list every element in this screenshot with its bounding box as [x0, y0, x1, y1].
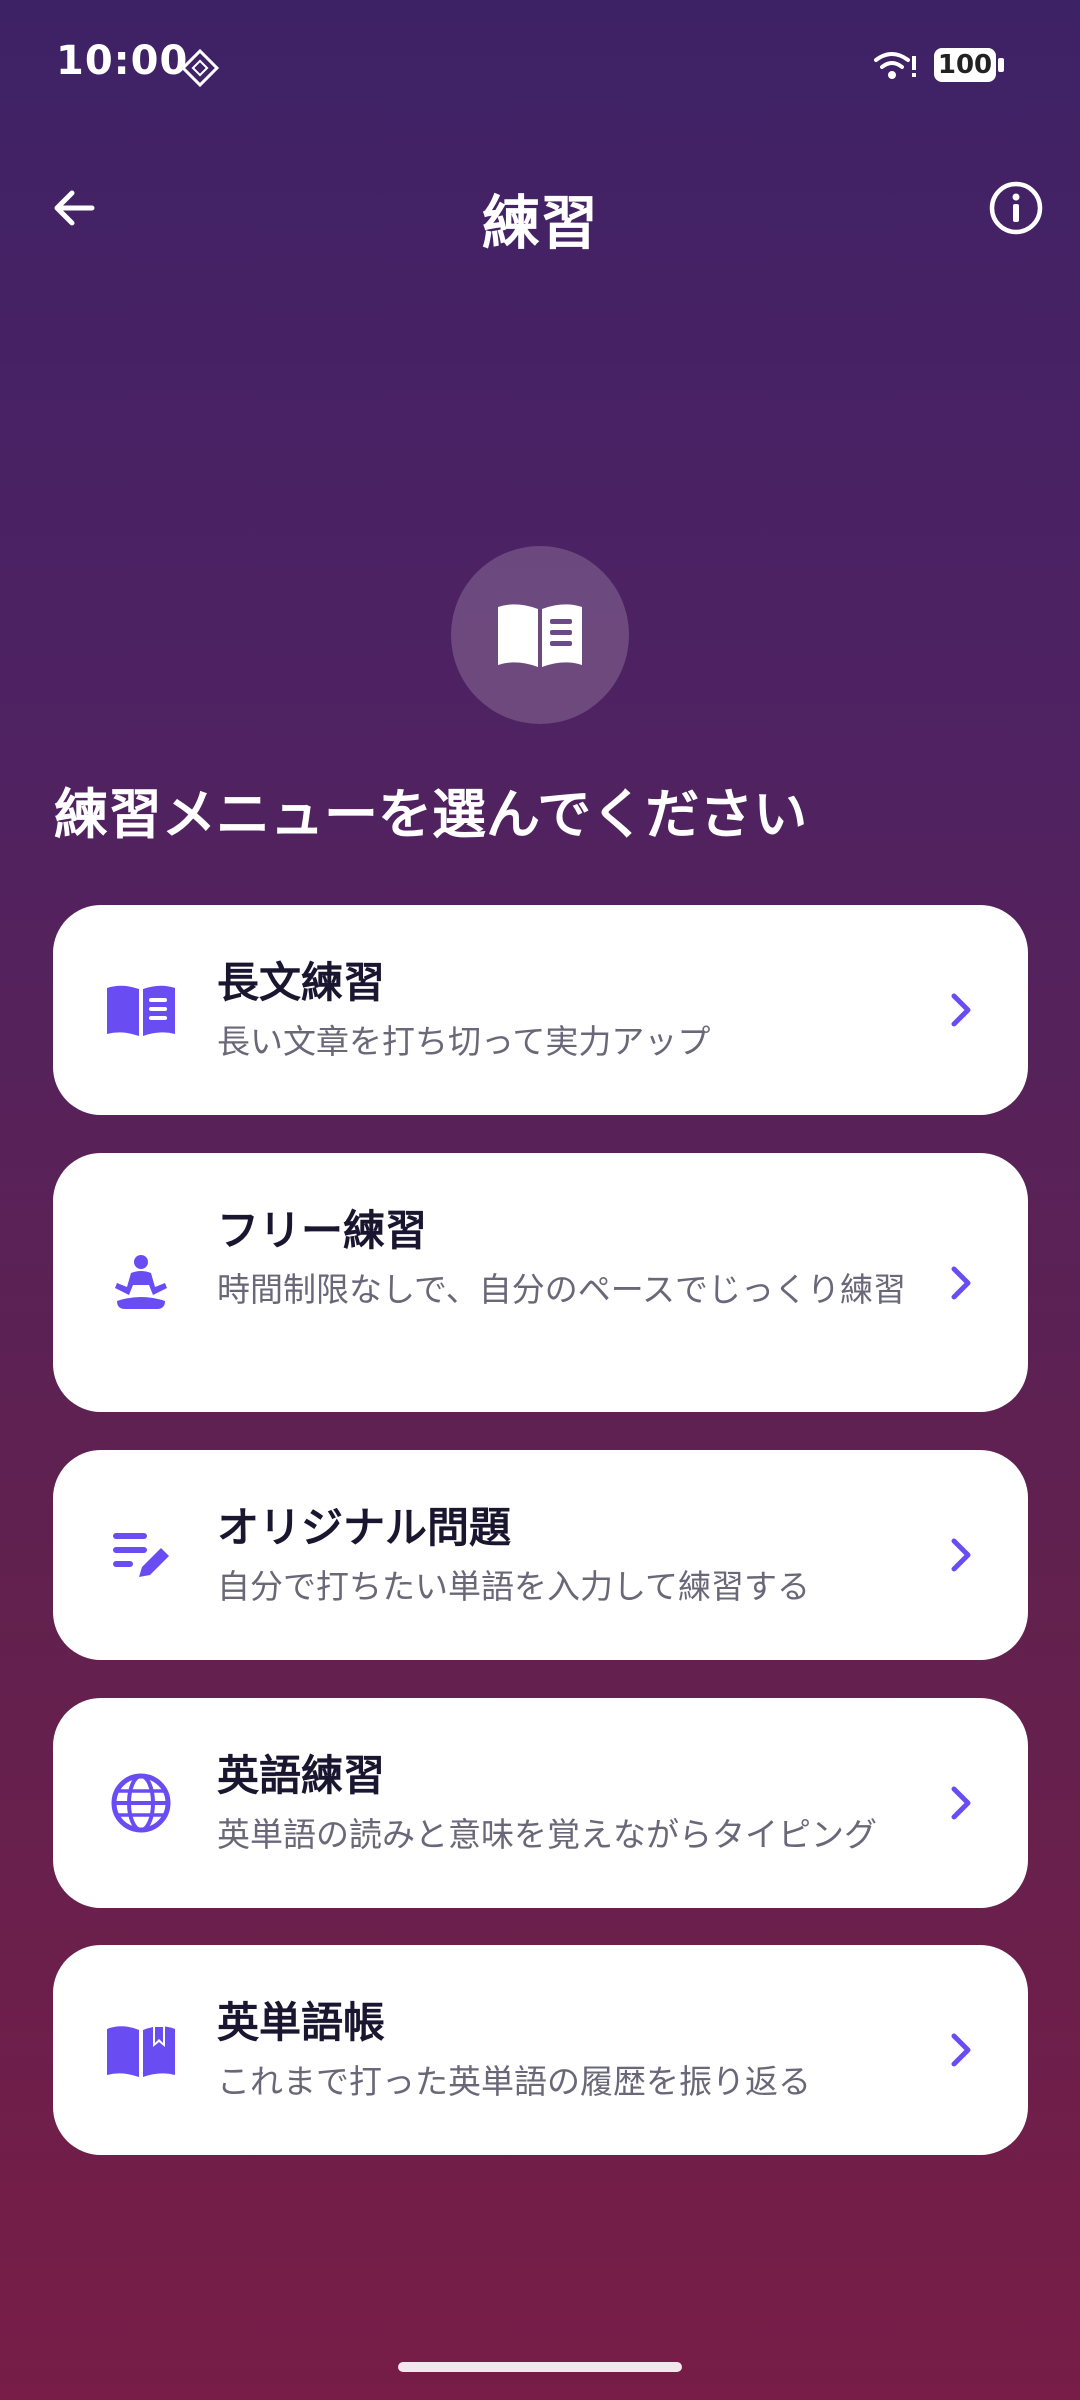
battery-tip [998, 58, 1004, 72]
card-title: 英単語帳 [217, 1998, 386, 2047]
menu-card-original-problem[interactable]: オリジナル問題 自分で打ちたい単語を入力して練習する [53, 1450, 1028, 1660]
status-time: 10:00 [56, 38, 189, 84]
page-title: 練習 [481, 189, 598, 257]
edit-list-icon [101, 1515, 181, 1595]
chevron-right-icon [951, 1266, 971, 1300]
card-description: 時間制限なしで、自分のペースでじっくり練習 [217, 1270, 907, 1309]
chevron-right-icon [951, 1538, 971, 1572]
card-text: 長文練習 長い文章を打ち切って実力アップ [217, 955, 957, 1067]
card-text: 英単語帳 これまで打った英単語の履歴を振り返る [217, 1995, 957, 2107]
menu-card-word-book[interactable]: 英単語帳 これまで打った英単語の履歴を振り返る [53, 1945, 1028, 2155]
card-text: フリー練習 時間制限なしで、自分のペースでじっくり練習 [217, 1203, 957, 1315]
card-text: オリジナル問題 自分で打ちたい単語を入力して練習する [217, 1500, 957, 1612]
card-description: これまで打った英単語の履歴を振り返る [217, 2062, 811, 2101]
open-book-icon [498, 604, 582, 667]
card-description: 英単語の読みと意味を覚えながらタイピング [217, 1815, 877, 1854]
info-icon [989, 181, 1043, 235]
chevron-right-icon [951, 993, 971, 1027]
card-text: 英語練習 英単語の読みと意味を覚えながらタイピング [217, 1748, 957, 1860]
globe-icon [101, 1763, 181, 1843]
home-indicator[interactable] [398, 2362, 682, 2372]
card-description: 長い文章を打ち切って実力アップ [217, 1022, 711, 1061]
menu-card-english-practice[interactable]: 英語練習 英単語の読みと意味を覚えながらタイピング [53, 1698, 1028, 1908]
battery-level: 100 [934, 48, 996, 82]
section-heading: 練習メニューを選んでください [54, 783, 808, 846]
hero-icon-badge [451, 546, 629, 724]
settings-diamond-icon [180, 48, 220, 88]
card-title: フリー練習 [217, 1206, 428, 1255]
top-app-bar: 練習 [0, 150, 1080, 270]
book-bookmark-icon [101, 2010, 181, 2090]
card-title: 英語練習 [217, 1751, 386, 1800]
info-button[interactable] [978, 170, 1054, 246]
card-title: オリジナル問題 [217, 1503, 512, 1552]
chevron-right-icon [951, 2033, 971, 2067]
meditation-icon [101, 1243, 181, 1323]
card-title: 長文練習 [217, 958, 386, 1007]
open-book-icon [101, 970, 181, 1050]
menu-card-free-practice[interactable]: フリー練習 時間制限なしで、自分のペースでじっくり練習 [53, 1153, 1028, 1412]
chevron-right-icon [951, 1786, 971, 1820]
card-description: 自分で打ちたい単語を入力して練習する [217, 1567, 811, 1606]
wifi-icon [874, 52, 916, 79]
status-bar: 10:00 100 [0, 0, 1080, 130]
battery-icon: 100 [934, 48, 1006, 86]
menu-card-long-text[interactable]: 長文練習 長い文章を打ち切って実力アップ [53, 905, 1028, 1115]
